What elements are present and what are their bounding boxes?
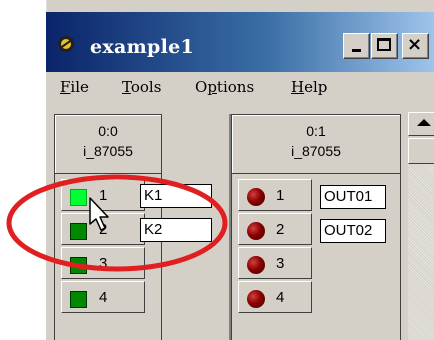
channel-number: 3 bbox=[99, 255, 108, 272]
output-led-icon bbox=[247, 256, 265, 274]
app-window: example1 × File Tools Options Help 0:0 i… bbox=[44, 0, 434, 340]
output-led-icon bbox=[247, 290, 265, 308]
input-led-icon bbox=[70, 291, 87, 308]
input-led-icon bbox=[70, 257, 87, 274]
module-address: 0:1 bbox=[306, 123, 326, 139]
module-address: 0:0 bbox=[98, 123, 118, 139]
channel-number: 3 bbox=[276, 255, 285, 272]
channel-label-field[interactable]: OUT01 bbox=[320, 185, 386, 209]
channel-indicator[interactable]: 4 bbox=[61, 281, 145, 313]
channel-indicator[interactable]: 1 bbox=[238, 179, 312, 211]
module-name: i_87055 bbox=[83, 143, 133, 159]
channel-number: 1 bbox=[276, 187, 285, 204]
module-name: i_87055 bbox=[291, 143, 341, 159]
scroll-thumb[interactable] bbox=[408, 138, 434, 164]
vertical-scrollbar[interactable] bbox=[408, 102, 434, 340]
channel-indicator[interactable]: 1 bbox=[61, 179, 145, 211]
channel-indicator[interactable]: 3 bbox=[238, 247, 312, 279]
menu-help[interactable]: Help bbox=[291, 78, 327, 96]
input-led-icon bbox=[70, 223, 87, 240]
module-header[interactable]: 0:1 i_87055 bbox=[232, 115, 400, 174]
scroll-track[interactable] bbox=[408, 164, 434, 340]
channel-indicator[interactable]: 3 bbox=[61, 247, 145, 279]
input-led-icon bbox=[70, 189, 87, 206]
menu-tools[interactable]: Tools bbox=[122, 78, 161, 96]
output-led-icon bbox=[247, 222, 265, 240]
channel-number: 2 bbox=[99, 221, 108, 238]
channel-number: 2 bbox=[276, 221, 285, 238]
output-led-icon bbox=[247, 188, 265, 206]
menu-file[interactable]: File bbox=[60, 78, 89, 96]
channel-number: 4 bbox=[99, 289, 108, 306]
channel-number: 4 bbox=[276, 289, 285, 306]
channel-label-field[interactable]: K2 bbox=[140, 218, 212, 242]
window-title: example1 bbox=[90, 36, 195, 58]
channel-number: 1 bbox=[99, 187, 108, 204]
channel-indicator[interactable]: 2 bbox=[238, 213, 312, 245]
app-icon bbox=[58, 36, 74, 52]
title-bar[interactable]: example1 × bbox=[46, 12, 434, 72]
module-0-1: 0:1 i_87055 1 OUT01 2 OUT02 3 4 bbox=[231, 114, 401, 340]
module-header[interactable]: 0:0 i_87055 bbox=[55, 115, 161, 174]
menu-bar: File Tools Options Help bbox=[46, 72, 434, 102]
module-panel: 0:0 i_87055 1 2 3 4 K1 K2 0:1 i_87055 1 … bbox=[46, 102, 434, 340]
channel-label-field[interactable]: OUT02 bbox=[320, 219, 386, 243]
scroll-up-icon[interactable] bbox=[408, 112, 434, 136]
channel-indicator[interactable]: 2 bbox=[61, 213, 145, 245]
channel-indicator[interactable]: 4 bbox=[238, 281, 312, 313]
menu-options[interactable]: Options bbox=[195, 78, 254, 96]
minimize-icon[interactable] bbox=[343, 33, 370, 59]
channel-label-field[interactable]: K1 bbox=[140, 184, 212, 208]
close-icon[interactable]: × bbox=[402, 33, 429, 59]
maximize-icon[interactable] bbox=[371, 33, 398, 59]
